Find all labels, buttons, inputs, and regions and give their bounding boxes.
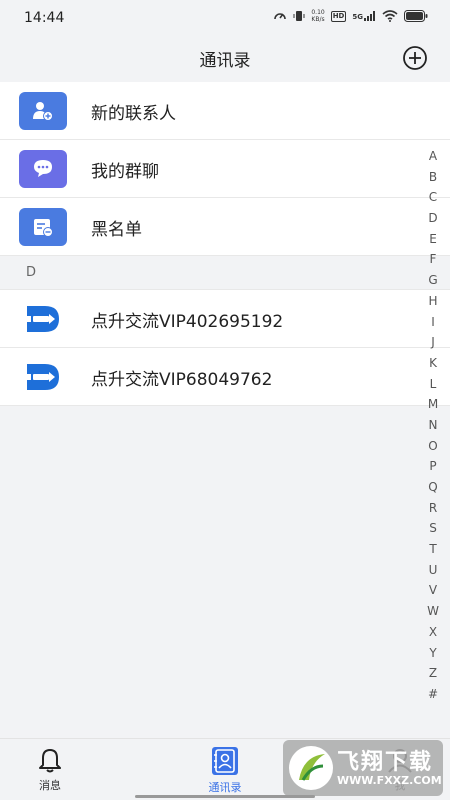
- my-groups-label: 我的群聊: [91, 162, 159, 182]
- contact-row[interactable]: 点升交流VIP402695192: [0, 290, 450, 348]
- section-letter: D: [26, 265, 37, 280]
- contacts-icon: [212, 747, 238, 775]
- my-groups-row[interactable]: 我的群聊: [0, 140, 450, 198]
- contact-name: 点升交流VIP68049762: [91, 370, 273, 390]
- alphabet-letter[interactable]: D: [428, 208, 437, 229]
- alphabet-letter[interactable]: X: [429, 622, 437, 643]
- speedometer-icon: [274, 13, 287, 20]
- alphabet-letter[interactable]: V: [429, 580, 437, 601]
- battery-icon: [404, 10, 428, 22]
- network-speed: 0.10 KB/s: [311, 9, 325, 23]
- watermark-url: WWW.FXXZ.COM: [337, 774, 442, 787]
- status-time: 14:44: [24, 10, 65, 26]
- alphabet-letter[interactable]: U: [429, 560, 438, 581]
- tab-label: 通讯录: [208, 781, 242, 794]
- alphabet-letter[interactable]: Z: [429, 663, 437, 684]
- add-button[interactable]: [402, 45, 428, 71]
- alphabet-letter[interactable]: B: [429, 167, 437, 188]
- new-contacts-label: 新的联系人: [91, 104, 176, 124]
- bell-icon: [39, 749, 61, 773]
- alphabet-letter[interactable]: J: [431, 332, 435, 353]
- vibrate-icon: [293, 11, 305, 21]
- alphabet-letter[interactable]: C: [429, 187, 437, 208]
- tab-label: 消息: [39, 779, 61, 792]
- wifi-icon: [382, 10, 398, 22]
- alphabet-letter[interactable]: L: [430, 374, 437, 395]
- alphabet-letter[interactable]: H: [428, 291, 437, 312]
- contact-row[interactable]: 点升交流VIP68049762: [0, 348, 450, 406]
- signal-bars-icon: [364, 11, 375, 21]
- alphabet-letter[interactable]: K: [429, 353, 437, 374]
- d-logo-icon: [19, 358, 67, 396]
- section-header-d: D: [0, 256, 450, 290]
- blacklist-icon: [19, 208, 67, 246]
- watermark-overlay: 飞翔下载 WWW.FXXZ.COM: [283, 740, 443, 796]
- watermark-logo-icon: [289, 746, 333, 790]
- alphabet-letter[interactable]: R: [429, 498, 437, 519]
- status-bar: 14:44 0.10 KB/s HD 5G: [0, 0, 450, 36]
- d-logo-icon: [19, 300, 67, 338]
- alphabet-letter[interactable]: T: [429, 539, 436, 560]
- alphabet-letter[interactable]: S: [429, 518, 437, 539]
- alphabet-letter[interactable]: M: [428, 394, 438, 415]
- alphabet-letter[interactable]: Y: [429, 643, 436, 664]
- cellular-signal: 5G: [352, 11, 376, 21]
- contact-list: 新的联系人 我的群聊 黑名单 D 点升交流VIP402695192 点升交流VI…: [0, 82, 450, 406]
- alphabet-letter[interactable]: O: [428, 436, 437, 457]
- alphabet-index[interactable]: A B C D E F G H I J K L M N O P Q R S T U V W X Y Z #: [426, 146, 440, 705]
- top-header: 通讯录: [0, 36, 450, 82]
- alphabet-letter[interactable]: E: [429, 229, 437, 250]
- watermark-title: 飞翔下载: [337, 750, 434, 775]
- tab-contacts[interactable]: 通讯录: [195, 747, 255, 795]
- alphabet-letter[interactable]: W: [427, 601, 439, 622]
- alphabet-letter[interactable]: Q: [428, 477, 437, 498]
- page-title: 通讯录: [199, 51, 251, 71]
- home-indicator[interactable]: [135, 795, 315, 798]
- alphabet-letter[interactable]: N: [429, 415, 438, 436]
- blacklist-row[interactable]: 黑名单: [0, 198, 450, 256]
- chat-bubble-icon: [19, 150, 67, 188]
- alphabet-letter[interactable]: A: [429, 146, 437, 167]
- hd-badge: HD: [330, 10, 347, 22]
- add-contact-icon: [19, 92, 67, 130]
- tab-messages[interactable]: 消息: [20, 747, 80, 793]
- alphabet-letter[interactable]: I: [431, 312, 435, 333]
- alphabet-letter[interactable]: P: [429, 456, 436, 477]
- alphabet-letter[interactable]: G: [428, 270, 437, 291]
- alphabet-letter[interactable]: #: [428, 684, 438, 705]
- blacklist-label: 黑名单: [91, 220, 142, 240]
- new-contacts-row[interactable]: 新的联系人: [0, 82, 450, 140]
- contact-name: 点升交流VIP402695192: [91, 312, 284, 332]
- alphabet-letter[interactable]: F: [430, 249, 437, 270]
- status-icons: 0.10 KB/s HD 5G: [273, 9, 428, 23]
